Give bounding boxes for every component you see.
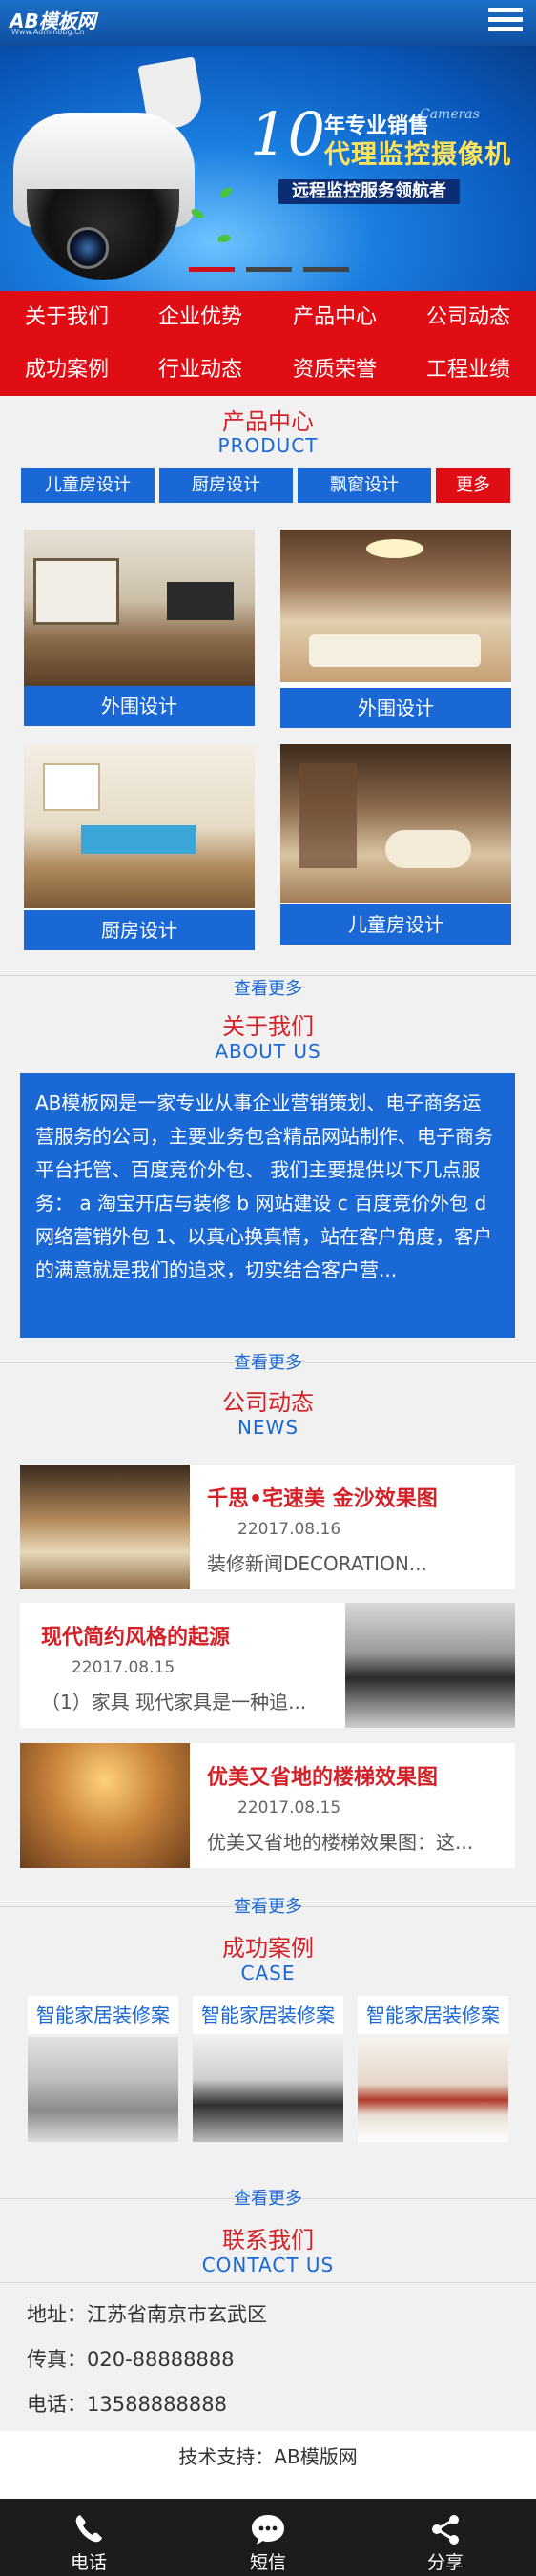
carousel-dot[interactable] <box>246 267 292 272</box>
case-card[interactable]: 智能家居装修案 <box>358 1996 508 2144</box>
leaf-decoration <box>189 207 206 220</box>
nav-item-industry[interactable]: 行业动态 <box>134 343 267 396</box>
news-item-desc: 装修新闻DECORATION... <box>207 1552 427 1575</box>
header: AB模板网 Www.Admin8bg.Cn <box>0 0 536 46</box>
phone-icon <box>75 2515 102 2543</box>
bottom-sms-button[interactable]: 短信 <box>201 2499 335 2576</box>
carousel-dots <box>189 267 351 273</box>
case-image <box>358 2037 508 2142</box>
about-text: AB模板网是一家专业从事企业营销策划、电子商务运营服务的公司，主要业务包含精品网… <box>20 1073 515 1338</box>
contact-subtitle: CONTACT US <box>201 2254 335 2276</box>
bottom-share-label: 分享 <box>426 2552 464 2573</box>
main-nav: 关于我们 企业优势 产品中心 公司动态 成功案例 行业动态 资质荣誉 工程业绩 <box>0 291 536 396</box>
news-item[interactable]: 千思•宅速美 金沙效果图 22017.08.16 装修新闻DECORATION.… <box>20 1465 515 1589</box>
product-image <box>24 530 255 686</box>
news-image <box>345 1603 515 1728</box>
carousel-dot[interactable] <box>303 267 349 272</box>
products-title: 产品中心 <box>222 408 314 435</box>
sms-icon <box>252 2515 284 2545</box>
news-title: 公司动态 <box>222 1389 314 1416</box>
tab-more[interactable]: 更多 <box>436 468 510 503</box>
bottom-sms-label: 短信 <box>249 2552 286 2573</box>
bottom-share-button[interactable]: 分享 <box>379 2499 512 2576</box>
tab-kitchen[interactable]: 厨房设计 <box>159 468 293 503</box>
news-item[interactable]: 优美又省地的楼梯效果图 22017.08.15 优美又省地的楼梯效果图：这... <box>20 1743 515 1868</box>
banner-line2: 代理监控摄像机 <box>324 140 511 170</box>
product-card[interactable]: 外围设计 <box>24 530 255 726</box>
news-item[interactable]: 现代简约风格的起源 22017.08.15 （1）家具 现代家具是一种追... <box>20 1603 515 1728</box>
carousel-dot-active[interactable] <box>189 267 235 272</box>
news-image <box>20 1465 190 1589</box>
logo-sub: Www.Admin8bg.Cn <box>11 28 85 36</box>
nav-item-honors[interactable]: 资质荣誉 <box>268 343 402 396</box>
case-image <box>193 2037 343 2142</box>
news-item-date: 22017.08.16 <box>237 1520 341 1539</box>
bottom-call-button[interactable]: 电话 <box>22 2499 155 2576</box>
about-subtitle: ABOUT US <box>215 1040 321 1063</box>
leaf-decoration <box>218 185 234 200</box>
news-image <box>20 1743 190 1868</box>
divider <box>0 2282 536 2283</box>
product-label: 外围设计 <box>24 686 255 726</box>
contact-phone[interactable]: 电话：13588888888 <box>27 2389 227 2418</box>
news-more-link[interactable]: 查看更多 <box>0 1893 536 1918</box>
case-card[interactable]: 智能家居装修案 <box>193 1996 343 2144</box>
news-item-desc: 优美又省地的楼梯效果图：这... <box>207 1831 474 1854</box>
news-item-date: 22017.08.15 <box>237 1798 341 1818</box>
tab-kids-room[interactable]: 儿童房设计 <box>21 468 155 503</box>
nav-item-projects[interactable]: 工程业绩 <box>402 343 535 396</box>
banner-line3: 远程监控服务领航者 <box>278 179 460 204</box>
banner-line1-en: Cameras <box>420 107 480 122</box>
product-image <box>24 744 255 908</box>
case-card[interactable]: 智能家居装修案 <box>28 1996 178 2144</box>
banner-number: 10 <box>250 99 325 169</box>
case-title: 智能家居装修案 <box>358 1996 508 2034</box>
products-more-link[interactable]: 查看更多 <box>0 975 536 1000</box>
news-item-date: 22017.08.15 <box>72 1658 175 1677</box>
products-subtitle: PRODUCT <box>217 434 319 457</box>
nav-item-cases[interactable]: 成功案例 <box>0 343 134 396</box>
product-card[interactable]: 厨房设计 <box>24 744 255 950</box>
product-card[interactable]: 外围设计 <box>280 530 511 728</box>
news-item-title: 优美又省地的楼梯效果图 <box>207 1766 439 1790</box>
case-title: 智能家居装修案 <box>193 1996 343 2034</box>
leaf-decoration <box>216 233 232 244</box>
about-title: 关于我们 <box>222 1013 314 1040</box>
case-image <box>28 2037 178 2142</box>
case-title: 智能家居装修案 <box>28 1996 178 2034</box>
product-label: 儿童房设计 <box>280 904 511 945</box>
nav-item-products[interactable]: 产品中心 <box>268 291 402 343</box>
nav-item-advantages[interactable]: 企业优势 <box>134 291 267 343</box>
share-icon <box>432 2515 459 2545</box>
product-label: 外围设计 <box>280 688 511 728</box>
cases-title: 成功案例 <box>222 1935 314 1962</box>
bottom-bar: 电话 短信 分享 <box>0 2499 536 2576</box>
product-image <box>280 744 511 903</box>
footer-tech-support: 技术支持：AB模版网 <box>178 2445 358 2468</box>
bottom-call-label: 电话 <box>70 2552 107 2573</box>
product-image <box>280 530 511 682</box>
news-item-title: 千思•宅速美 金沙效果图 <box>207 1487 438 1511</box>
news-item-title: 现代简约风格的起源 <box>41 1626 231 1650</box>
contact-fax: 传真：020-88888888 <box>27 2348 235 2371</box>
news-item-desc: （1）家具 现代家具是一种追... <box>41 1691 307 1714</box>
contact-address: 地址：江苏省南京市玄武区 <box>27 2303 267 2326</box>
about-more-link[interactable]: 查看更多 <box>0 1349 536 1374</box>
news-subtitle: NEWS <box>237 1416 299 1439</box>
logo[interactable]: AB模板网 Www.Admin8bg.Cn <box>10 6 143 40</box>
nav-item-news[interactable]: 公司动态 <box>402 291 535 343</box>
cases-subtitle: CASE <box>240 1962 296 1984</box>
contact-title: 联系我们 <box>222 2227 314 2254</box>
menu-icon[interactable] <box>488 8 523 38</box>
camera-lens-image <box>67 227 109 269</box>
product-card[interactable]: 儿童房设计 <box>280 744 511 945</box>
cases-more-link[interactable]: 查看更多 <box>0 2185 536 2210</box>
tab-bay-window[interactable]: 飘窗设计 <box>298 468 431 503</box>
banner[interactable]: 10 年专业销售 Cameras 代理监控摄像机 远程监控服务领航者 <box>0 46 536 291</box>
product-label: 厨房设计 <box>24 910 255 950</box>
nav-item-about[interactable]: 关于我们 <box>0 291 134 343</box>
